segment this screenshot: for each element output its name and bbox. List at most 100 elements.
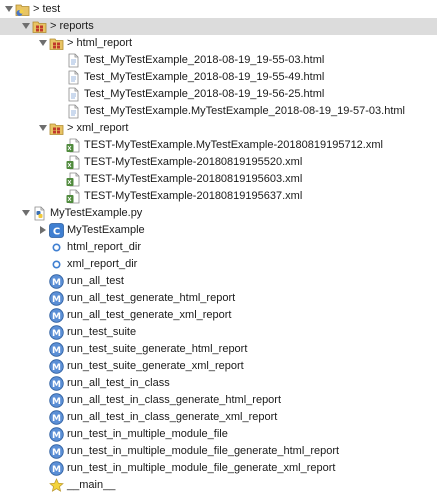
method-icon: M <box>49 324 64 340</box>
tree-item-label: run_test_suite_generate_xml_report <box>67 359 244 372</box>
html-file-icon <box>66 87 81 102</box>
file-xml-row[interactable]: TEST-MyTestExample-20180819195520.xml <box>0 154 437 171</box>
method-row[interactable]: Mrun_test_in_multiple_module_file_genera… <box>0 460 437 477</box>
package-folder-icon <box>49 36 64 51</box>
tree-item-label: html_report_dir <box>67 240 141 253</box>
xml-file-icon <box>66 138 81 153</box>
method-row[interactable]: Mrun_all_test_generate_html_report <box>0 290 437 307</box>
method-icon: M <box>49 460 64 476</box>
file-html-row[interactable]: Test_MyTestExample_2018-08-19_19-56-25.h… <box>0 86 437 103</box>
svg-text:M: M <box>52 329 61 339</box>
svg-text:M: M <box>52 414 61 424</box>
variable-row[interactable]: html_report_dir <box>0 239 437 256</box>
file-xml-row[interactable]: TEST-MyTestExample-20180819195603.xml <box>0 171 437 188</box>
variable-row[interactable]: xml_report_dir <box>0 256 437 273</box>
svg-text:C: C <box>53 226 60 237</box>
tree-item-label: run_all_test_in_class_generate_html_repo… <box>67 393 282 406</box>
svg-text:M: M <box>52 346 61 356</box>
method-row[interactable]: Mrun_test_in_multiple_module_file <box>0 426 437 443</box>
svg-text:M: M <box>52 363 61 373</box>
file-html-row[interactable]: Test_MyTestExample_2018-08-19_19-55-49.h… <box>0 69 437 86</box>
class-row[interactable]: C MyTestExample <box>0 222 437 239</box>
folder-html-report-row[interactable]: > html_report <box>0 35 437 52</box>
method-row[interactable]: Mrun_test_in_multiple_module_file_genera… <box>0 443 437 460</box>
expand-triangle-icon[interactable] <box>20 205 32 222</box>
tree-item-label: TEST-MyTestExample-20180819195637.xml <box>84 189 303 202</box>
method-icon: M <box>49 290 64 306</box>
svg-text:M: M <box>52 312 61 322</box>
tree-item-label: MyTestExample <box>67 223 145 236</box>
tree-item-label: run_all_test <box>67 274 124 287</box>
variable-icon <box>49 240 64 255</box>
main-block-row[interactable]: __main__ <box>0 477 437 494</box>
xml-file-icon <box>66 172 81 187</box>
tree-item-label: run_test_in_multiple_module_file_generat… <box>67 461 336 474</box>
svg-text:M: M <box>52 380 61 390</box>
tree-item-label: MyTestExample.py <box>50 206 143 219</box>
tree-item-label: Test_MyTestExample_2018-08-19_19-56-25.h… <box>84 87 325 100</box>
xml-file-icon <box>66 155 81 170</box>
file-xml-row[interactable]: TEST-MyTestExample-20180819195637.xml <box>0 188 437 205</box>
method-icon: M <box>49 273 64 289</box>
file-html-row[interactable]: Test_MyTestExample.MyTestExample_2018-08… <box>0 103 437 120</box>
file-html-row[interactable]: Test_MyTestExample_2018-08-19_19-55-03.h… <box>0 52 437 69</box>
tree-item-label: > xml_report <box>67 121 129 134</box>
folder-reports-row[interactable]: > reports <box>0 17 437 35</box>
method-row[interactable]: Mrun_all_test_in_class_generate_html_rep… <box>0 392 437 409</box>
variable-icon <box>49 257 64 272</box>
python-module-row[interactable]: MyTestExample.py <box>0 205 437 222</box>
folder-xml-report-row[interactable]: > xml_report <box>0 120 437 137</box>
svg-text:M: M <box>52 278 61 288</box>
method-row[interactable]: Mrun_all_test_in_class <box>0 375 437 392</box>
tree-item-label: Test_MyTestExample_2018-08-19_19-55-03.h… <box>84 53 325 66</box>
tree-item-label: xml_report_dir <box>67 257 138 270</box>
expand-triangle-icon[interactable] <box>37 120 49 137</box>
method-icon: M <box>49 409 64 425</box>
python-module-icon <box>32 206 47 221</box>
method-row[interactable]: Mrun_test_suite_generate_html_report <box>0 341 437 358</box>
collapse-triangle-icon[interactable] <box>37 222 49 239</box>
method-icon: M <box>49 375 64 391</box>
file-xml-row[interactable]: TEST-MyTestExample.MyTestExample-2018081… <box>0 137 437 154</box>
tree-item-label: run_test_suite_generate_html_report <box>67 342 248 355</box>
method-row[interactable]: Mrun_all_test <box>0 273 437 290</box>
tree-item-label: run_test_in_multiple_module_file <box>67 427 228 440</box>
package-folder-icon <box>32 19 47 34</box>
project-test-row[interactable]: > test <box>0 1 437 18</box>
method-row[interactable]: Mrun_test_suite <box>0 324 437 341</box>
method-icon: M <box>49 426 64 442</box>
tree-item-label: > html_report <box>67 36 133 49</box>
method-icon: M <box>49 358 64 374</box>
method-row[interactable]: Mrun_test_suite_generate_xml_report <box>0 358 437 375</box>
html-file-icon <box>66 70 81 85</box>
tree-item-label: > test <box>33 2 61 15</box>
tree-item-label: TEST-MyTestExample-20180819195520.xml <box>84 155 303 168</box>
expand-triangle-icon[interactable] <box>3 1 15 18</box>
html-file-icon <box>66 104 81 119</box>
expand-triangle-icon[interactable] <box>20 18 32 35</box>
expand-triangle-icon[interactable] <box>37 35 49 52</box>
method-row[interactable]: Mrun_all_test_in_class_generate_xml_repo… <box>0 409 437 426</box>
class-icon: C <box>49 222 64 238</box>
method-row[interactable]: Mrun_all_test_generate_xml_report <box>0 307 437 324</box>
